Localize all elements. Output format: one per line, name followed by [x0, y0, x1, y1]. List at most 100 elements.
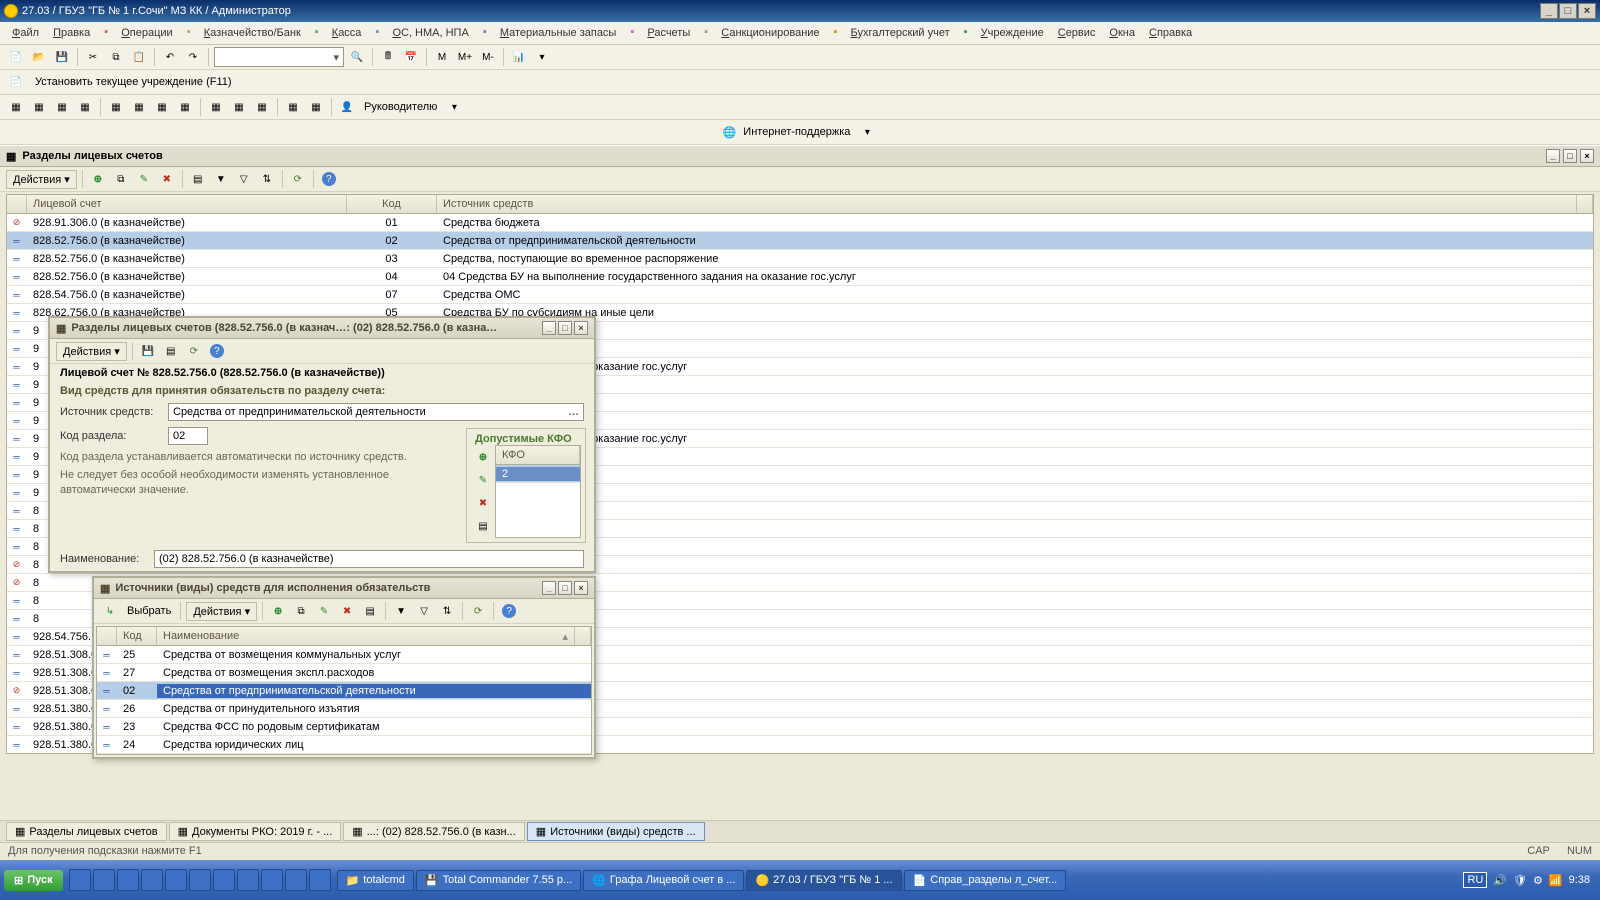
mdi-tab[interactable]: ▦...: (02) 828.52.756.0 (в казн...: [343, 822, 525, 841]
kfo-row[interactable]: 2: [496, 465, 580, 483]
cut-icon[interactable]: ✂: [83, 47, 103, 67]
t-icon[interactable]: ▦: [306, 97, 326, 117]
filter2-icon[interactable]: ▽: [414, 601, 434, 621]
edit-icon[interactable]: [134, 169, 154, 189]
kfo-edit-icon[interactable]: [473, 470, 493, 490]
hierarchy-icon[interactable]: ▤: [188, 169, 208, 189]
name-input[interactable]: (02) 828.52.756.0 (в казначействе): [154, 550, 584, 568]
redo-icon[interactable]: ↷: [183, 47, 203, 67]
maximize-button[interactable]: □: [1559, 3, 1577, 19]
internet-support-button[interactable]: Интернет-поддержка: [739, 124, 854, 140]
menu-item[interactable]: ▪Санкционирование: [698, 24, 825, 42]
list-item[interactable]: ═27Средства от возмещения экспл.расходов: [97, 664, 591, 682]
list-item[interactable]: ═24Средства юридических лиц: [97, 736, 591, 754]
set-institution-button[interactable]: Установить текущее учреждение (F11): [29, 74, 238, 90]
ql-icon[interactable]: [141, 869, 163, 891]
menu-item[interactable]: ▪Касса: [309, 24, 368, 42]
menu-item[interactable]: ▪Бухгалтерский учет: [828, 24, 956, 42]
source-input[interactable]: Средства от предпринимательской деятельн…: [168, 403, 584, 421]
filter2-icon[interactable]: ▽: [234, 169, 254, 189]
t-icon[interactable]: ▦: [75, 97, 95, 117]
menu-item[interactable]: ▪Расчеты: [624, 24, 696, 42]
delete-icon[interactable]: [157, 169, 177, 189]
ql-icon[interactable]: [189, 869, 211, 891]
picker-icon[interactable]: …: [568, 406, 579, 418]
ql-icon[interactable]: [93, 869, 115, 891]
ql-icon[interactable]: [285, 869, 307, 891]
mdi-tab[interactable]: ▦Разделы лицевых счетов: [6, 822, 167, 841]
taskbar-app-button[interactable]: 📁totalcmd: [337, 870, 414, 891]
nav-combo[interactable]: ▾: [214, 47, 344, 67]
t-icon[interactable]: ▦: [6, 97, 26, 117]
mem-mminus[interactable]: M-: [478, 47, 498, 67]
sort-icon[interactable]: ⇅: [437, 601, 457, 621]
picker-col-name[interactable]: Наименование▴: [157, 627, 575, 645]
kfo-list-icon[interactable]: ▤: [473, 516, 493, 536]
t-icon[interactable]: ▦: [252, 97, 272, 117]
new-icon[interactable]: 📄: [6, 47, 26, 67]
filter-icon[interactable]: ▼: [211, 169, 231, 189]
taskbar-app-button[interactable]: 📄Справ_разделы л_счет...: [904, 870, 1067, 891]
dlg-close-button[interactable]: ×: [574, 581, 588, 595]
ql-icon[interactable]: [261, 869, 283, 891]
menu-item[interactable]: ▪Материальные запасы: [477, 24, 623, 42]
dlg-close-button[interactable]: ×: [574, 321, 588, 335]
select-icon[interactable]: ↳: [100, 601, 120, 621]
t-icon[interactable]: ▦: [29, 97, 49, 117]
delete-icon[interactable]: [337, 601, 357, 621]
chart-icon[interactable]: 📊: [509, 47, 529, 67]
mem-m[interactable]: M: [432, 47, 452, 67]
dlg-max-button[interactable]: □: [558, 581, 572, 595]
menu-item[interactable]: Правка: [47, 25, 96, 41]
t-icon[interactable]: ▦: [106, 97, 126, 117]
tray-icon[interactable]: 🛡: [1513, 874, 1527, 887]
mdi-tab[interactable]: ▦Источники (виды) средств ...: [527, 822, 705, 841]
list-icon[interactable]: ▤: [161, 341, 181, 361]
save-icon[interactable]: 💾: [138, 341, 158, 361]
dlg-max-button[interactable]: □: [558, 321, 572, 335]
add-icon[interactable]: ⊕: [88, 169, 108, 189]
menu-item[interactable]: ▪Казначейство/Банк: [181, 24, 307, 42]
hierarchy-icon[interactable]: ▤: [360, 601, 380, 621]
t-icon[interactable]: ▦: [283, 97, 303, 117]
doc-close-button[interactable]: ×: [1580, 149, 1594, 163]
t-icon[interactable]: ▦: [175, 97, 195, 117]
menu-item[interactable]: Справка: [1143, 25, 1198, 41]
tray-icon[interactable]: 📶: [1549, 874, 1563, 887]
dd-icon[interactable]: ▾: [444, 97, 464, 117]
list-item[interactable]: ═23Средства ФСС по родовым сертификатам: [97, 718, 591, 736]
manager-button[interactable]: Руководителю: [360, 99, 441, 115]
kfo-add-icon[interactable]: ⊕: [473, 447, 493, 467]
col-code[interactable]: Код: [347, 195, 437, 213]
tray-icon[interactable]: ⚙: [1533, 874, 1543, 887]
tray-icon[interactable]: 🔊: [1493, 874, 1507, 887]
dlg-min-button[interactable]: _: [542, 321, 556, 335]
table-row[interactable]: ═828.52.756.0 (в казначействе)03Средства…: [7, 250, 1593, 268]
start-button[interactable]: ⊞Пуск: [4, 870, 63, 891]
add-icon[interactable]: ⊕: [268, 601, 288, 621]
table-row[interactable]: ═828.52.756.0 (в казначействе)02Средства…: [7, 232, 1593, 250]
code-input[interactable]: 02: [168, 427, 208, 445]
sort-icon[interactable]: ⇅: [257, 169, 277, 189]
menu-item[interactable]: ▪Операции: [98, 24, 178, 42]
actions-button[interactable]: Действия ▾: [56, 342, 127, 361]
refresh-icon[interactable]: [184, 341, 204, 361]
person-icon[interactable]: 👤: [337, 97, 357, 117]
taskbar-app-button[interactable]: 🌐Графа Лицевой счет в ...: [583, 870, 744, 891]
list-item[interactable]: ═26Средства от принудительного изъятия: [97, 700, 591, 718]
t-icon[interactable]: ▦: [129, 97, 149, 117]
refresh-icon[interactable]: [468, 601, 488, 621]
t-icon[interactable]: ▦: [206, 97, 226, 117]
lang-indicator[interactable]: RU: [1463, 872, 1487, 888]
t-icon[interactable]: ▦: [152, 97, 172, 117]
picker-col-code[interactable]: Код: [117, 627, 157, 645]
menu-item[interactable]: ▪ОС, НМА, НПА: [369, 24, 474, 42]
table-row[interactable]: ⊘928.91.306.0 (в казначействе)01Средства…: [7, 214, 1593, 232]
calc-icon[interactable]: 🖩: [378, 47, 398, 67]
ql-icon[interactable]: [165, 869, 187, 891]
t-icon[interactable]: ▦: [52, 97, 72, 117]
menu-item[interactable]: Окна: [1103, 25, 1141, 41]
menu-item[interactable]: Файл: [6, 25, 45, 41]
doc-min-button[interactable]: _: [1546, 149, 1560, 163]
save-icon[interactable]: 💾: [52, 47, 72, 67]
